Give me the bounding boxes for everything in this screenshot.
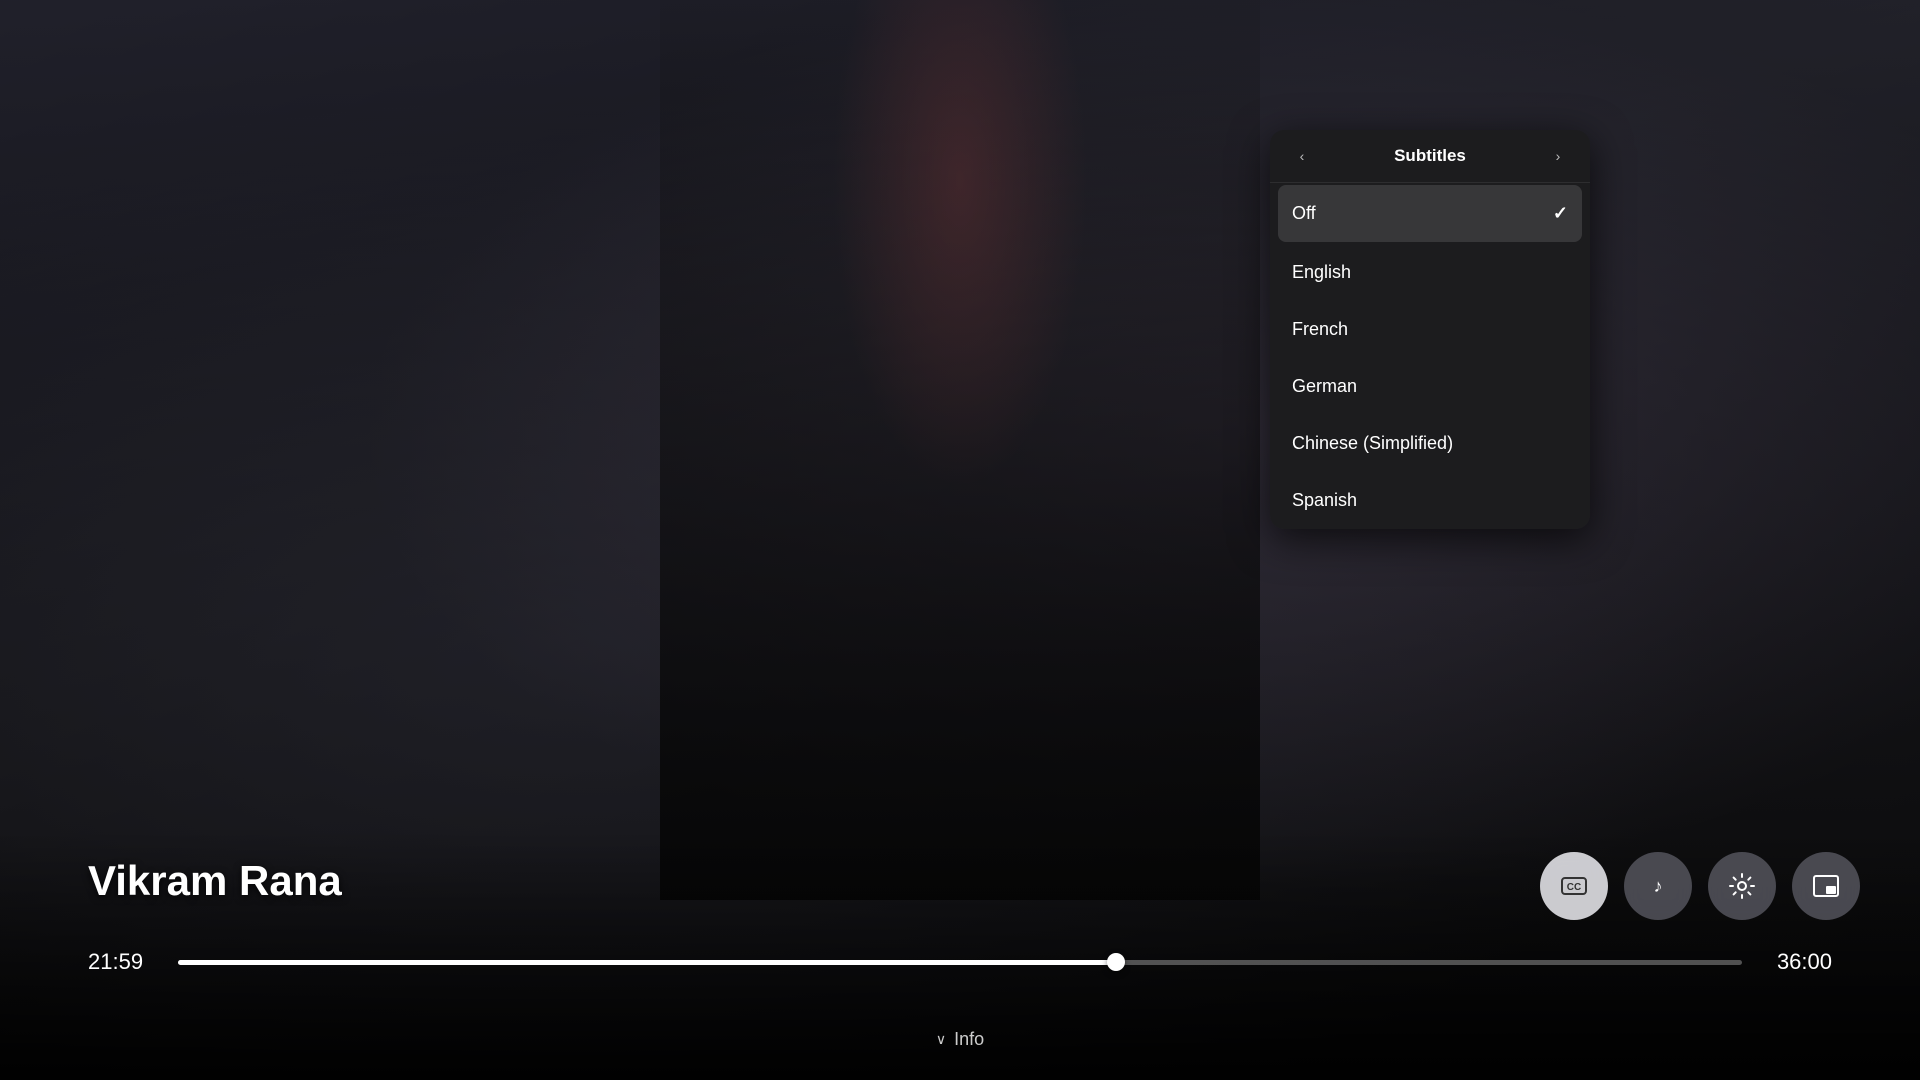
time-total: 36:00 <box>1762 949 1832 975</box>
settings-button[interactable] <box>1708 852 1776 920</box>
info-bar[interactable]: ∨ Info <box>936 1029 984 1050</box>
audio-button[interactable]: ♪ <box>1624 852 1692 920</box>
subtitles-nav-next[interactable]: › <box>1546 148 1570 164</box>
svg-text:CC: CC <box>1567 882 1581 893</box>
subtitle-option-english-label: English <box>1292 262 1351 283</box>
subtitle-option-spanish-label: Spanish <box>1292 490 1357 511</box>
subtitle-option-spanish[interactable]: Spanish <box>1270 472 1590 529</box>
player-title: Vikram Rana <box>88 857 342 905</box>
time-current: 21:59 <box>88 949 158 975</box>
progress-thumb[interactable] <box>1107 953 1125 971</box>
subtitle-option-chinese[interactable]: Chinese (Simplified) <box>1270 415 1590 472</box>
subtitle-option-french-label: French <box>1292 319 1348 340</box>
svg-text:♪: ♪ <box>1654 876 1663 896</box>
progress-bar-container: 21:59 36:00 <box>88 949 1832 975</box>
info-chevron-icon: ∨ <box>936 1031 946 1048</box>
subtitles-header: ‹ Subtitles › <box>1270 130 1590 183</box>
subtitle-option-german-label: German <box>1292 376 1357 397</box>
subtitles-nav-prev[interactable]: ‹ <box>1290 148 1314 164</box>
progress-track[interactable] <box>178 960 1742 965</box>
progress-fill <box>178 960 1116 965</box>
cc-button[interactable]: CC <box>1540 852 1608 920</box>
subtitle-checkmark: ✓ <box>1553 203 1568 224</box>
subtitles-panel: ‹ Subtitles › Off ✓ English French Germa… <box>1270 130 1590 529</box>
control-buttons: CC ♪ <box>1540 852 1860 920</box>
subtitle-option-german[interactable]: German <box>1270 358 1590 415</box>
subtitle-option-off-label: Off <box>1292 203 1316 224</box>
hero-figure <box>660 0 1260 900</box>
subtitle-option-chinese-label: Chinese (Simplified) <box>1292 433 1453 454</box>
subtitle-option-off[interactable]: Off ✓ <box>1278 185 1582 242</box>
subtitles-title: Subtitles <box>1314 146 1546 166</box>
info-label: Info <box>954 1029 984 1050</box>
subtitle-option-english[interactable]: English <box>1270 244 1590 301</box>
pip-button[interactable] <box>1792 852 1860 920</box>
subtitle-option-french[interactable]: French <box>1270 301 1590 358</box>
